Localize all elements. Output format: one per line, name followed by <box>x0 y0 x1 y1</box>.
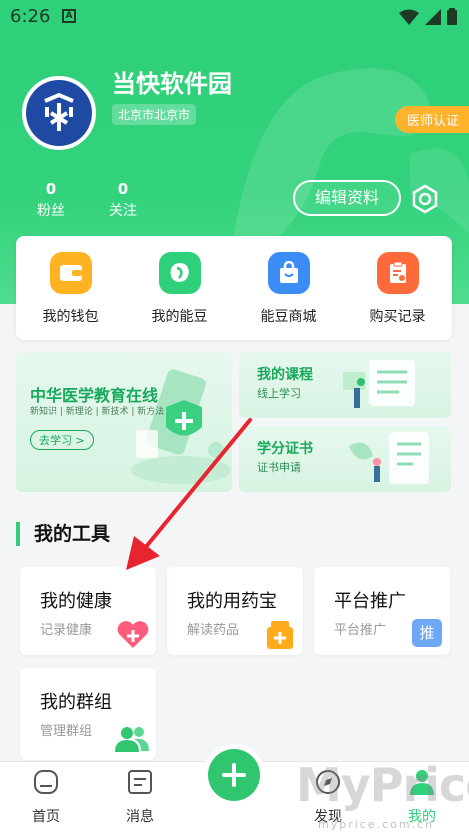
add-button[interactable] <box>203 744 265 806</box>
go-study-button[interactable]: 去学习 > <box>30 430 94 450</box>
medical-education-banner[interactable]: 中华医学教育在线 新知识 | 新理论 | 新技术 | 新方法 去学习 > <box>16 352 232 492</box>
nav-label: 首页 <box>32 809 60 825</box>
status-bar: 6:26 A <box>0 0 469 34</box>
bean-icon <box>158 252 201 294</box>
action-purchase-records[interactable]: 购买记录 <box>343 236 452 340</box>
credit-certificate-banner[interactable]: 学分证书 证书申请 <box>239 426 451 492</box>
certificate-title: 学分证书 <box>257 441 313 457</box>
shield-illustration-icon <box>131 369 231 484</box>
watermark-url: myprice.com.cn <box>318 818 435 831</box>
follow-stat[interactable]: 0 关注 <box>98 180 148 220</box>
clipboard-icon <box>376 252 419 294</box>
user-name: 当快软件园 <box>112 70 232 98</box>
banner-main-subtitle: 新知识 | 新理论 | 新技术 | 新方法 <box>30 407 165 417</box>
wallet-icon <box>49 252 92 294</box>
tool-title: 我的健康 <box>40 591 112 612</box>
action-label: 我的钱包 <box>42 309 99 325</box>
action-label: 购买记录 <box>369 309 426 325</box>
notification-a-icon: A <box>62 9 76 23</box>
message-icon <box>128 770 152 794</box>
promotion-icon: 推 <box>412 619 442 647</box>
status-icons <box>399 8 457 25</box>
heart-plus-icon <box>117 621 149 648</box>
tools-section-title: 我的工具 <box>16 522 110 546</box>
avatar[interactable] <box>22 76 96 150</box>
tool-my-groups[interactable]: 我的群组 管理群组 <box>20 668 156 760</box>
plus-icon <box>208 749 260 801</box>
status-time: 6:26 <box>10 6 51 27</box>
certificate-subtitle: 证书申请 <box>257 461 301 474</box>
group-icon <box>115 727 149 752</box>
quick-actions-card: 我的钱包 我的能豆 能豆商城 购买记录 <box>16 236 452 340</box>
tool-subtitle: 解读药品 <box>187 623 240 638</box>
action-label: 能豆商城 <box>260 309 317 325</box>
follow-count: 0 <box>117 180 129 198</box>
banner-main-title: 中华医学教育在线 <box>30 386 159 405</box>
wifi-icon <box>399 9 419 25</box>
tool-title: 我的用药宝 <box>187 591 277 612</box>
signal-icon <box>425 8 441 25</box>
my-courses-banner[interactable]: 我的课程 线上学习 <box>239 352 451 418</box>
fans-count: 0 <box>45 180 57 198</box>
edit-profile-button[interactable]: 编辑资料 <box>293 180 401 216</box>
avatar-logo-icon <box>26 80 92 146</box>
fans-stat[interactable]: 0 粉丝 <box>26 180 76 220</box>
fans-label: 粉丝 <box>37 203 65 219</box>
medicine-icon <box>267 621 293 649</box>
course-subtitle: 线上学习 <box>257 387 301 400</box>
tool-title: 平台推广 <box>334 591 406 612</box>
home-icon <box>34 770 58 794</box>
tool-my-medicine[interactable]: 我的用药宝 解读药品 <box>167 567 303 655</box>
action-label: 我的能豆 <box>151 309 208 325</box>
nav-messages[interactable]: 消息 <box>110 768 170 826</box>
tool-subtitle: 管理群组 <box>40 724 93 739</box>
nav-label: 消息 <box>126 809 154 825</box>
shop-bag-icon <box>267 252 310 294</box>
tool-title: 我的群组 <box>40 692 112 713</box>
action-shop[interactable]: 能豆商城 <box>234 236 343 340</box>
battery-icon <box>447 8 457 25</box>
follow-label: 关注 <box>109 203 137 219</box>
nav-home[interactable]: 首页 <box>16 768 76 826</box>
watermark-brand: MyPrice <box>296 758 469 812</box>
action-beans[interactable]: 我的能豆 <box>125 236 234 340</box>
location-badge: 北京市北京市 <box>112 104 197 125</box>
action-wallet[interactable]: 我的钱包 <box>16 236 125 340</box>
tool-platform-promotion[interactable]: 平台推广 平台推广 推 <box>314 567 450 655</box>
tool-my-health[interactable]: 我的健康 记录健康 <box>20 567 156 655</box>
tool-subtitle: 记录健康 <box>40 623 93 638</box>
doctor-certification-button[interactable]: 医师认证 <box>394 106 469 133</box>
course-title: 我的课程 <box>257 367 313 383</box>
settings-icon[interactable] <box>410 184 440 214</box>
tool-subtitle: 平台推广 <box>334 623 387 638</box>
